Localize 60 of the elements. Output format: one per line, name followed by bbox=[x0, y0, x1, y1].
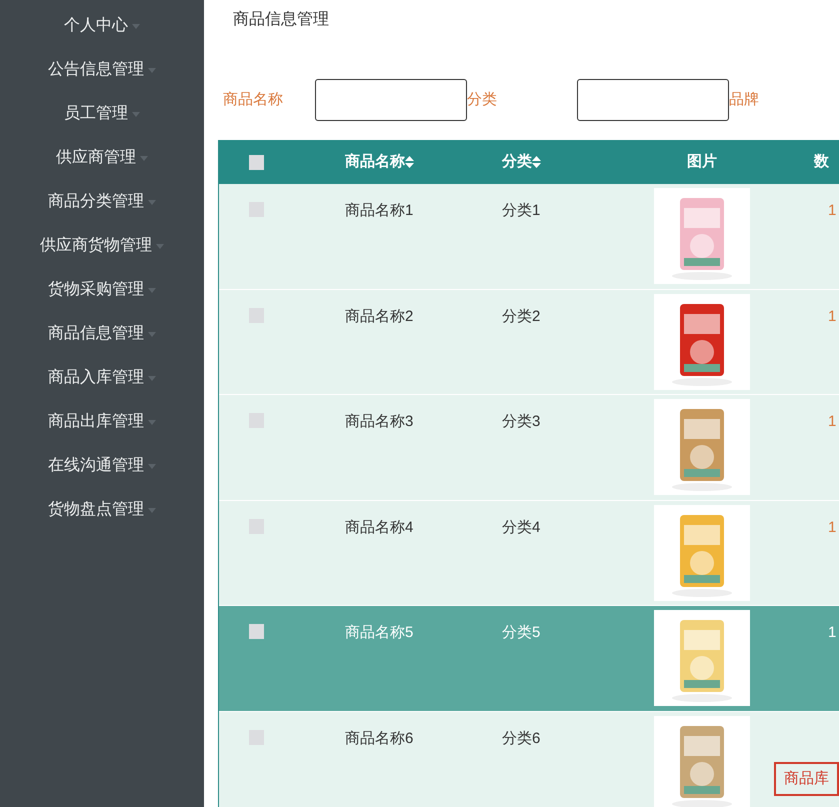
table-cell: 分类3 bbox=[502, 413, 540, 430]
column-header[interactable]: 商品名称 bbox=[345, 150, 414, 174]
sidebar-item[interactable]: 供应商货物管理 bbox=[40, 234, 164, 258]
select-all-checkbox[interactable] bbox=[249, 154, 264, 170]
sidebar-item[interactable]: 货物采购管理 bbox=[48, 278, 156, 302]
sidebar-item[interactable]: 员工管理 bbox=[64, 102, 140, 126]
table-cell: 1 bbox=[828, 202, 836, 219]
row-checkbox[interactable] bbox=[249, 624, 264, 639]
caret-icon bbox=[148, 464, 156, 468]
search-field[interactable] bbox=[315, 79, 467, 121]
sidebar-item[interactable]: 商品入库管理 bbox=[48, 366, 156, 390]
search-field[interactable] bbox=[577, 79, 729, 121]
caret-icon bbox=[156, 244, 164, 248]
table-cell: 商品名称6 bbox=[345, 730, 414, 746]
caret-icon bbox=[132, 112, 140, 116]
column-header: 数 bbox=[814, 152, 829, 172]
sidebar-item[interactable]: 在线沟通管理 bbox=[48, 454, 156, 478]
table-row[interactable]: 商品名称4 分类4 1 bbox=[219, 500, 839, 606]
table-cell: 商品名称4 bbox=[345, 518, 414, 536]
sidebar-item[interactable]: 商品分类管理 bbox=[48, 190, 156, 214]
caret-icon bbox=[148, 508, 156, 512]
table-cell: 商品名称3 bbox=[345, 413, 414, 430]
caret-icon bbox=[148, 68, 156, 72]
sidebar-item[interactable]: 货物盘点管理 bbox=[48, 498, 156, 522]
sort-icon[interactable] bbox=[532, 156, 541, 168]
caret-icon bbox=[140, 156, 148, 160]
caret-icon bbox=[148, 376, 156, 380]
table-cell: 分类4 bbox=[502, 518, 540, 536]
caret-icon bbox=[148, 332, 156, 336]
table-cell: 商品名称5 bbox=[345, 624, 414, 641]
table-cell: 商品名称1 bbox=[345, 202, 414, 219]
table-cell: 分类5 bbox=[502, 624, 540, 641]
search-label: 分类 bbox=[467, 90, 498, 110]
sidebar-item[interactable]: 商品信息管理 bbox=[48, 322, 156, 346]
inventory-button[interactable]: 商品库 bbox=[774, 762, 839, 796]
table-cell: 商品名称2 bbox=[345, 308, 414, 324]
sort-icon[interactable] bbox=[405, 156, 414, 168]
search-label: 品牌 bbox=[729, 90, 760, 110]
caret-icon bbox=[148, 200, 156, 204]
caret-icon bbox=[132, 24, 140, 28]
search-label: 商品名称 bbox=[222, 90, 284, 110]
caret-icon bbox=[148, 288, 156, 292]
sidebar-item[interactable]: 个人中心 bbox=[64, 14, 140, 38]
column-header: 图片 bbox=[687, 152, 717, 172]
table-cell: 1 bbox=[828, 413, 836, 430]
table-cell: 分类1 bbox=[502, 202, 540, 219]
page-title: 商品信息管理 bbox=[232, 10, 330, 30]
table-row[interactable]: 商品名称3 分类3 1 bbox=[219, 395, 839, 500]
table-row[interactable]: 商品名称2 分类2 1 bbox=[219, 290, 839, 395]
table-cell: 分类2 bbox=[502, 308, 540, 324]
table-cell: 1 bbox=[828, 624, 836, 641]
table-row[interactable]: 商品名称1 分类1 1 bbox=[219, 184, 839, 290]
caret-icon bbox=[148, 420, 156, 424]
table-cell: 分类6 bbox=[502, 730, 540, 746]
sidebar-item[interactable]: 商品出库管理 bbox=[48, 410, 156, 434]
column-header[interactable]: 分类 bbox=[502, 150, 541, 174]
table-cell: 1 bbox=[828, 308, 836, 324]
sidebar-item[interactable]: 公告信息管理 bbox=[48, 58, 156, 82]
sidebar-item[interactable]: 供应商管理 bbox=[56, 146, 148, 170]
table-cell: 1 bbox=[828, 518, 836, 536]
